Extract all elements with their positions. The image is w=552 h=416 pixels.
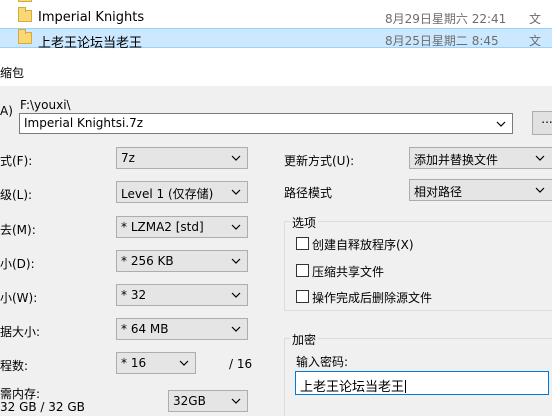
encryption-group-title: 加密 bbox=[290, 331, 319, 348]
chevron-down-icon bbox=[231, 326, 241, 332]
method-label: 去(M): bbox=[0, 223, 36, 237]
browse-button[interactable]: ... bbox=[532, 111, 552, 135]
threads-value: * 16 bbox=[121, 356, 147, 370]
threads-max: / 16 bbox=[229, 357, 253, 371]
level-select[interactable]: Level 1 (仅存储) bbox=[116, 181, 248, 203]
word-size-label: 小(W): bbox=[0, 291, 38, 305]
threads-label: 程数: bbox=[0, 359, 29, 373]
chevron-down-icon bbox=[231, 292, 241, 298]
update-mode-select[interactable]: 添加并替换文件 bbox=[409, 147, 552, 169]
chevron-down-icon bbox=[535, 187, 545, 193]
dictionary-select[interactable]: * 256 KB bbox=[116, 250, 248, 272]
file-name: 上老王论坛当老王 bbox=[38, 36, 143, 51]
sfx-checkbox[interactable] bbox=[296, 237, 309, 250]
file-row-imperial-knights[interactable]: Imperial Knights 8月29日星期六 22:41 文 bbox=[0, 7, 552, 27]
folder-icon bbox=[18, 7, 32, 22]
file-explorer-list: Imperial Knights 8月29日星期六 22:41 文 上老王论坛当… bbox=[0, 0, 552, 56]
method-value: * LZMA2 [std] bbox=[121, 220, 204, 234]
file-type: 文 bbox=[529, 12, 542, 26]
method-select[interactable]: * LZMA2 [std] bbox=[116, 216, 248, 238]
archive-path: F:\youxi\ bbox=[20, 98, 71, 112]
password-label: 输入密码: bbox=[296, 355, 349, 369]
solid-block-value: * 64 MB bbox=[121, 322, 169, 336]
dialog-titlebar: 缩包 bbox=[0, 56, 552, 86]
solid-block-select[interactable]: * 64 MB bbox=[116, 318, 248, 340]
solid-block-label: 据大小: bbox=[0, 325, 41, 339]
update-mode-value: 添加并替换文件 bbox=[414, 153, 499, 167]
archive-name-value: Imperial Knightsi.7z bbox=[24, 116, 144, 130]
chevron-down-icon bbox=[496, 121, 506, 127]
archive-label: A) bbox=[0, 104, 13, 118]
chevron-down-icon bbox=[231, 155, 241, 161]
password-input[interactable]: 上老王论坛当老王 bbox=[295, 371, 549, 395]
add-to-archive-dialog: 缩包 A) F:\youxi\ Imperial Knightsi.7z ...… bbox=[0, 56, 552, 416]
path-mode-select[interactable]: 相对路径 bbox=[409, 179, 552, 201]
chevron-down-icon bbox=[231, 398, 241, 404]
format-value: 7z bbox=[121, 151, 135, 165]
password-text: 上老王论坛当老王 bbox=[300, 380, 405, 395]
chevron-down-icon bbox=[231, 258, 241, 264]
format-select[interactable]: 7z bbox=[116, 147, 248, 169]
file-row-selected[interactable]: 上老王论坛当老王 8月25日星期二 8:45 文 bbox=[0, 28, 552, 51]
delete-after-checkbox[interactable] bbox=[296, 290, 309, 303]
level-label: 级(L): bbox=[0, 188, 33, 202]
path-mode-label: 路径模式 bbox=[284, 186, 333, 200]
chevron-down-icon bbox=[231, 224, 241, 230]
folder-icon bbox=[18, 0, 32, 2]
archive-name-combo[interactable]: Imperial Knightsi.7z bbox=[19, 113, 513, 134]
word-size-select[interactable]: * 32 bbox=[116, 284, 248, 306]
dictionary-value: * 256 KB bbox=[121, 254, 174, 268]
path-mode-value: 相对路径 bbox=[414, 185, 463, 199]
threads-select[interactable]: * 16 bbox=[116, 352, 196, 374]
password-value: 上老王论坛当老王 bbox=[300, 376, 407, 395]
text-caret bbox=[405, 380, 407, 393]
file-date: 8月29日星期六 22:41 bbox=[385, 12, 507, 26]
dialog-title: 缩包 bbox=[0, 66, 25, 80]
memory-value: 32GB bbox=[173, 394, 206, 408]
dictionary-label: 小(D): bbox=[0, 257, 35, 271]
shared-files-label[interactable]: 压缩共享文件 bbox=[312, 263, 384, 280]
file-row[interactable] bbox=[0, 0, 552, 7]
file-type: 文 bbox=[529, 34, 542, 48]
shared-files-checkbox[interactable] bbox=[296, 264, 309, 277]
memory-usage: 32 GB / 32 GB bbox=[0, 400, 85, 414]
memory-select[interactable]: 32GB bbox=[168, 390, 248, 412]
chevron-down-icon bbox=[231, 189, 241, 195]
chevron-down-icon bbox=[179, 360, 189, 366]
format-label: 式(F): bbox=[0, 154, 33, 168]
chevron-down-icon bbox=[535, 155, 545, 161]
level-value: Level 1 (仅存储) bbox=[121, 187, 214, 201]
word-size-value: * 32 bbox=[121, 288, 147, 302]
delete-after-label[interactable]: 操作完成后删除源文件 bbox=[312, 289, 432, 306]
options-group-title: 选项 bbox=[290, 214, 319, 231]
update-mode-label: 更新方式(U): bbox=[284, 154, 355, 168]
file-date: 8月25日星期二 8:45 bbox=[385, 34, 499, 48]
sfx-label[interactable]: 创建自释放程序(X) bbox=[312, 236, 414, 253]
folder-icon bbox=[18, 29, 32, 44]
file-name: Imperial Knights bbox=[38, 10, 145, 25]
browse-button-label: ... bbox=[541, 112, 552, 126]
